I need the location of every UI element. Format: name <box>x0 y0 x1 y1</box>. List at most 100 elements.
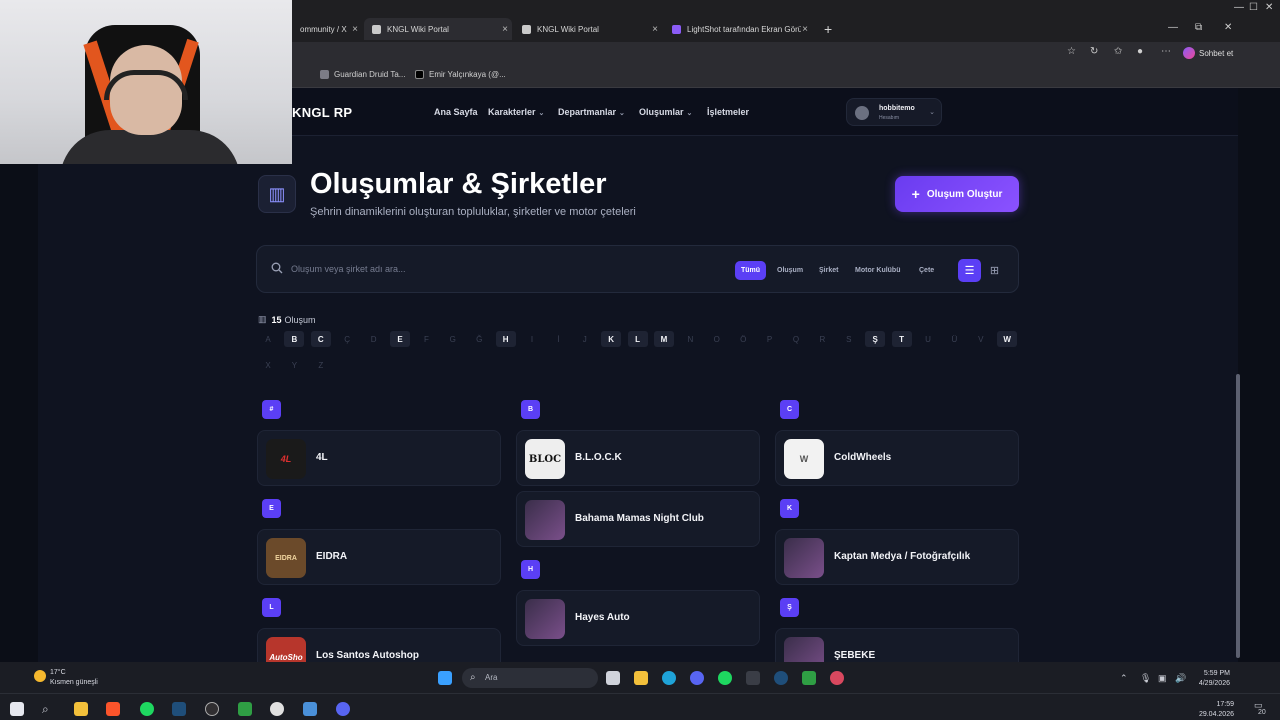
settings-icon[interactable] <box>303 702 317 716</box>
alphabet-letter[interactable]: M <box>654 331 674 347</box>
alphabet-letter[interactable]: K <box>601 331 622 347</box>
discord-icon[interactable] <box>336 702 350 716</box>
organization-card[interactable]: AutoSho Los Santos Autoshop <box>257 628 501 662</box>
taskbar-search[interactable]: ⌕ Ara <box>462 668 598 688</box>
steam-icon[interactable] <box>172 702 186 716</box>
edge-icon[interactable] <box>662 671 676 685</box>
organization-name: Hayes Auto <box>575 612 630 623</box>
chatgpt-icon[interactable] <box>270 702 284 716</box>
close-tab-icon[interactable]: × <box>652 24 658 35</box>
organization-card[interactable]: EIDRA EIDRA <box>257 529 501 585</box>
nav-home[interactable]: Ana Sayfa <box>434 107 478 117</box>
alphabet-letter: İ <box>557 334 560 344</box>
tab-kngl-wiki-active[interactable]: KNGL Wiki Portal × <box>364 18 512 40</box>
file-explorer-icon[interactable] <box>634 671 648 685</box>
organization-card[interactable]: Kaptan Medya / Fotoğrafçılık <box>775 529 1019 585</box>
alphabet-letter: P <box>766 334 773 344</box>
windows-start-icon[interactable] <box>438 671 452 685</box>
tab-restore-icon[interactable]: ⧉ <box>1195 22 1202 33</box>
refresh-icon[interactable]: ↻ <box>1090 46 1098 57</box>
spotify-icon[interactable] <box>140 702 154 716</box>
organization-card[interactable]: Hayes Auto <box>516 590 760 646</box>
tab-twitter[interactable]: ommunity / X × <box>292 18 362 40</box>
create-organization-button[interactable]: + Oluşum Oluştur <box>895 176 1019 212</box>
weather-widget[interactable]: 17°C Kısmen güneşli <box>34 668 98 688</box>
organization-name: 4L <box>316 452 328 463</box>
game-launcher-icon[interactable] <box>238 702 252 716</box>
organization-card[interactable]: BLOC B.L.O.C.K <box>516 430 760 486</box>
organization-card[interactable]: 4L 4L <box>257 430 501 486</box>
alphabet-letter: F <box>423 334 429 344</box>
organization-card[interactable]: Bahama Mamas Night Club <box>516 491 760 547</box>
filter-all[interactable]: Tümü <box>735 261 767 280</box>
profile-icon[interactable]: ● <box>1137 46 1143 57</box>
app-icon[interactable] <box>830 671 844 685</box>
page-scrollbar[interactable] <box>1236 374 1240 658</box>
clock-time: 17:59 <box>1216 701 1234 708</box>
steam-icon[interactable] <box>774 671 788 685</box>
taskbar-clock[interactable]: 5:59 PM 4/29/2026 <box>1196 669 1230 689</box>
user-menu[interactable]: hobbitemo Hesabım ⌄ <box>846 98 942 126</box>
alphabet-letter[interactable]: Ş <box>865 331 886 347</box>
bookmark-guardian[interactable]: Guardian Druid Ta... <box>320 70 405 79</box>
tab-close-icon[interactable]: ✕ <box>1224 22 1232 33</box>
file-explorer-icon[interactable] <box>74 702 88 716</box>
taskbar-clock-secondary[interactable]: 17:59 29.04.2026 <box>1196 700 1234 720</box>
chevron-down-icon: ⌄ <box>686 110 693 117</box>
bookmark-emir[interactable]: Emir Yalçınkaya (@... <box>415 70 506 79</box>
brave-icon[interactable] <box>106 702 120 716</box>
close-tab-icon[interactable]: × <box>352 24 358 35</box>
alphabet-letter[interactable]: H <box>495 331 516 347</box>
game-launcher-icon[interactable] <box>802 671 816 685</box>
filter-gang[interactable]: Çete <box>913 261 940 280</box>
close-tab-icon[interactable]: × <box>502 24 508 35</box>
list-view-icon[interactable]: ☰ <box>958 259 981 282</box>
nav-departments[interactable]: Departmanlar ⌄ <box>558 107 625 117</box>
windows-start-icon[interactable] <box>10 702 24 716</box>
feather-favicon-icon <box>672 24 681 34</box>
more-menu-icon[interactable]: ⋯ <box>1161 46 1171 57</box>
terminal-icon[interactable] <box>746 671 760 685</box>
close-tab-icon[interactable]: × <box>802 24 808 35</box>
filter-organization[interactable]: Oluşum <box>771 261 809 280</box>
notification-count: 20 <box>1258 709 1266 716</box>
user-name: hobbitemo <box>879 105 915 112</box>
volume-icon[interactable]: 🔊 <box>1175 673 1186 684</box>
organization-logo: AutoSho <box>266 637 306 662</box>
nav-organizations[interactable]: Oluşumlar ⌄ <box>639 107 692 117</box>
filter-motor-club[interactable]: Motor Kulübü <box>849 261 907 280</box>
tab-minimize-icon[interactable]: — <box>1168 22 1178 33</box>
restore-icon[interactable]: ☐ <box>1249 2 1258 13</box>
alphabet-letter[interactable]: C <box>310 331 331 347</box>
bookmark-star-icon[interactable]: ☆ <box>1067 46 1076 57</box>
tab-lightshot[interactable]: LightShot tarafından Ekran Görünt × <box>664 18 812 40</box>
new-tab-button[interactable]: + <box>816 18 840 40</box>
search-input[interactable] <box>291 260 671 278</box>
alphabet-letter[interactable]: T <box>891 331 912 347</box>
close-window-icon[interactable]: ✕ <box>1265 2 1273 13</box>
nav-characters[interactable]: Karakterler ⌄ <box>488 107 544 117</box>
search-icon[interactable]: ⌕ <box>42 702 49 717</box>
tab-kngl-wiki[interactable]: KNGL Wiki Portal × <box>514 18 662 40</box>
nav-businesses[interactable]: İşletmeler <box>707 107 749 117</box>
copilot-chat-button[interactable]: Sohbet et <box>1183 47 1233 59</box>
favorites-icon[interactable]: ✩ <box>1114 46 1122 57</box>
site-logo[interactable]: KNGL RP <box>292 105 352 120</box>
grid-view-icon[interactable]: ⊞ <box>983 259 1006 282</box>
alphabet-letter[interactable]: E <box>390 331 410 347</box>
task-view-icon[interactable] <box>606 671 620 685</box>
obs-icon[interactable] <box>205 702 219 716</box>
minimize-icon[interactable]: — <box>1234 2 1244 13</box>
microphone-icon[interactable]: 🎙 <box>1140 673 1151 684</box>
organization-card[interactable]: ŞEBEKE <box>775 628 1019 662</box>
tray-chevron-icon[interactable]: ⌃ <box>1120 673 1128 684</box>
discord-icon[interactable] <box>690 671 704 685</box>
alphabet-letter[interactable]: L <box>627 331 648 347</box>
filter-company[interactable]: Şirket <box>813 261 844 280</box>
alphabet-letter[interactable]: W <box>997 331 1018 347</box>
organization-card[interactable]: W ColdWheels <box>775 430 1019 486</box>
network-icon[interactable]: ▣ <box>1158 673 1167 684</box>
alphabet-letter[interactable]: B <box>284 331 305 347</box>
web-page: KNGL RP Ana Sayfa Karakterler ⌄ Departman… <box>38 88 1238 662</box>
spotify-icon[interactable] <box>718 671 732 685</box>
